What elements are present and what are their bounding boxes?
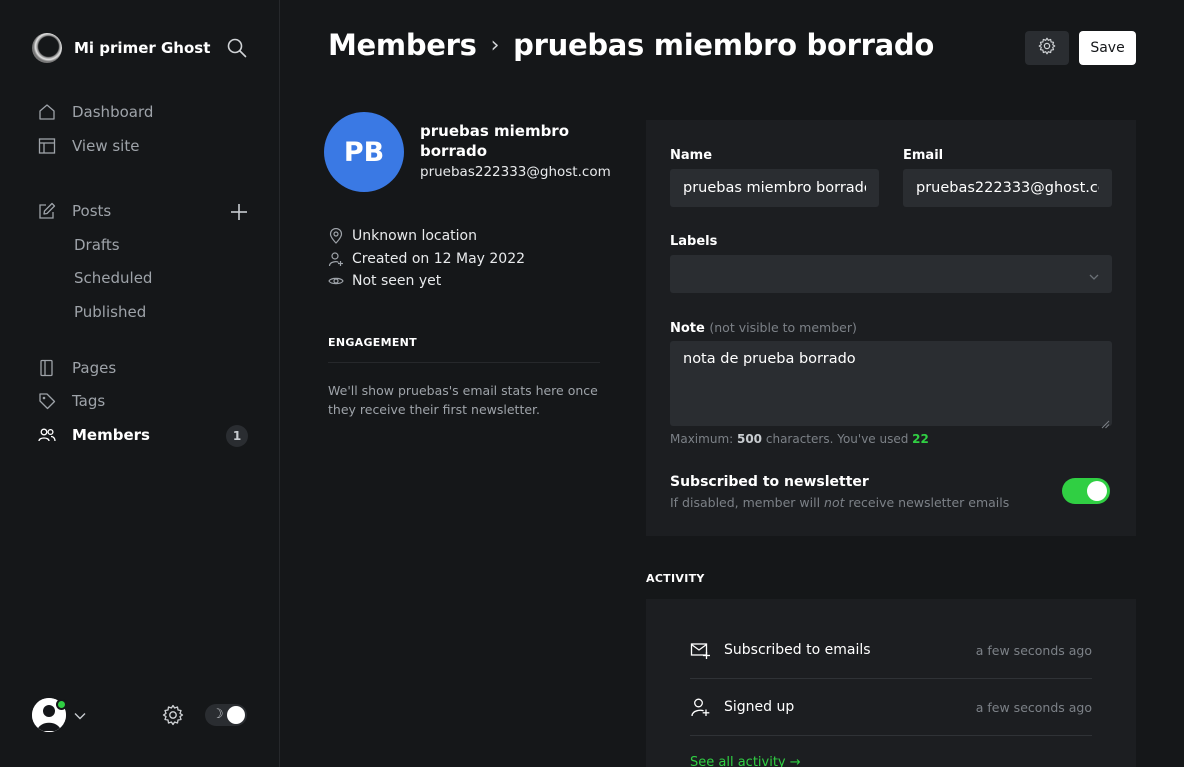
newsletter-desc-em: not xyxy=(824,495,845,510)
resize-handle-icon[interactable] xyxy=(1101,414,1110,429)
site-logo xyxy=(32,33,62,63)
save-button[interactable]: Save xyxy=(1079,31,1136,65)
breadcrumb: Members › pruebas miembro borrado xyxy=(328,28,934,62)
name-label: Name xyxy=(670,148,713,163)
pencil-square-icon xyxy=(38,202,56,220)
count-used: 22 xyxy=(912,432,929,446)
breadcrumb-members-link[interactable]: Members xyxy=(328,28,477,62)
see-all-activity-link[interactable]: See all activity → xyxy=(690,755,801,767)
map-pin-icon xyxy=(328,227,344,244)
tag-icon xyxy=(38,392,56,410)
sidebar-item-drafts[interactable]: Drafts xyxy=(74,236,120,254)
email-field[interactable] xyxy=(903,169,1112,207)
activity-card: Subscribed to emails a few seconds ago S… xyxy=(646,599,1136,767)
newsletter-desc-pre: If disabled, member will xyxy=(670,495,825,510)
sidebar-item-members[interactable]: Members xyxy=(38,426,150,444)
app: Mi primer Ghost Dashboard View site Post… xyxy=(0,0,1184,767)
toggle-knob xyxy=(1087,481,1107,501)
newsletter-description: If disabled, member will not receive new… xyxy=(670,495,1009,510)
home-icon xyxy=(38,103,56,121)
engagement-text: We'll show pruebas's email stats here on… xyxy=(328,383,598,417)
sidebar-item-label: View site xyxy=(72,137,140,155)
member-email: pruebas222333@ghost.com xyxy=(420,164,611,180)
brand[interactable]: Mi primer Ghost xyxy=(32,33,210,63)
divider xyxy=(328,362,600,363)
activity-time: a few seconds ago xyxy=(975,642,1092,658)
activity-text: Signed up xyxy=(724,699,795,715)
breadcrumb-separator: › xyxy=(490,32,500,58)
users-icon xyxy=(38,426,56,444)
created-text: Created on 12 May 2022 xyxy=(352,251,526,267)
newsletter-title: Subscribed to newsletter xyxy=(670,474,869,490)
engagement-heading: ENGAGEMENT xyxy=(328,336,417,349)
member-last-seen: Not seen yet xyxy=(328,273,441,289)
sidebar-item-tags[interactable]: Tags xyxy=(38,392,105,410)
sidebar-item-published[interactable]: Published xyxy=(74,303,146,321)
newsletter-toggle[interactable] xyxy=(1062,478,1110,504)
count-prefix: Maximum: xyxy=(670,432,737,446)
count-mid: characters. You've used xyxy=(762,432,913,446)
user-plus-icon xyxy=(328,251,344,267)
note-textarea[interactable]: nota de prueba borrado xyxy=(670,341,1112,426)
online-status-dot xyxy=(56,699,67,710)
activity-time: a few seconds ago xyxy=(975,699,1092,715)
member-actions-button[interactable] xyxy=(1025,31,1069,65)
members-count-badge: 1 xyxy=(226,425,248,447)
search-icon[interactable] xyxy=(226,37,248,59)
sidebar-item-dashboard[interactable]: Dashboard xyxy=(38,103,153,121)
site-name: Mi primer Ghost xyxy=(74,39,211,57)
dark-mode-toggle[interactable]: ☽ xyxy=(205,704,247,726)
sidebar-item-scheduled[interactable]: Scheduled xyxy=(74,269,152,287)
gear-icon xyxy=(1038,37,1056,59)
labels-label: Labels xyxy=(670,234,718,249)
name-field[interactable] xyxy=(670,169,879,207)
sidebar-item-label: Tags xyxy=(72,392,106,410)
sidebar-item-label: Members xyxy=(72,426,150,444)
sidebar-item-label: Pages xyxy=(72,359,117,377)
chevron-down-icon[interactable] xyxy=(73,708,87,722)
sidebar-item-posts[interactable]: Posts xyxy=(38,202,111,220)
pages-icon xyxy=(38,359,56,377)
activity-heading: ACTIVITY xyxy=(646,572,705,585)
seen-text: Not seen yet xyxy=(352,273,442,289)
activity-item: Signed up a few seconds ago xyxy=(690,679,1092,736)
member-avatar: PB xyxy=(324,112,404,192)
member-location: Unknown location xyxy=(328,227,477,244)
toggle-knob xyxy=(227,706,245,724)
sidebar-item-label: Dashboard xyxy=(72,103,154,121)
layout-icon xyxy=(38,137,56,155)
envelope-plus-icon xyxy=(690,640,710,660)
member-created: Created on 12 May 2022 xyxy=(328,251,525,267)
user-plus-icon xyxy=(690,697,710,717)
page-title: pruebas miembro borrado xyxy=(513,28,934,62)
note-label-text: Note xyxy=(670,321,705,336)
sidebar-item-label: Posts xyxy=(72,202,112,220)
eye-icon xyxy=(328,273,344,289)
member-name: pruebas miembro borrado xyxy=(420,122,570,160)
activity-text: Subscribed to emails xyxy=(724,642,871,658)
activity-item: Subscribed to emails a few seconds ago xyxy=(690,622,1092,679)
location-text: Unknown location xyxy=(352,228,477,244)
labels-select[interactable] xyxy=(670,255,1112,293)
note-hint: (not visible to member) xyxy=(709,320,857,335)
sidebar-item-view-site[interactable]: View site xyxy=(38,137,139,155)
sidebar: Mi primer Ghost Dashboard View site Post… xyxy=(0,0,280,767)
add-post-icon[interactable] xyxy=(229,202,249,222)
newsletter-desc-post: receive newsletter emails xyxy=(844,495,1010,510)
chevron-down-icon xyxy=(1088,268,1100,280)
count-max: 500 xyxy=(736,432,763,446)
moon-icon: ☽ xyxy=(212,707,224,722)
note-label: Note (not visible to member) xyxy=(670,320,857,336)
sidebar-item-pages[interactable]: Pages xyxy=(38,359,116,377)
settings-gear-icon[interactable] xyxy=(162,704,184,726)
email-label: Email xyxy=(903,148,944,163)
note-char-count: Maximum: 500 characters. You've used 22 xyxy=(670,432,929,446)
